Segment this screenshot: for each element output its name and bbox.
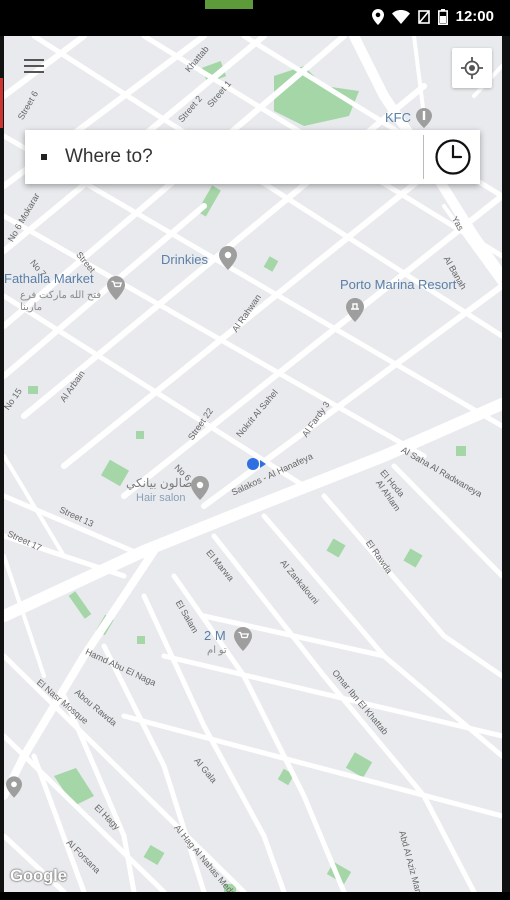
hotel-pin-icon[interactable]	[346, 298, 364, 322]
location-pin-icon[interactable]	[6, 776, 22, 798]
menu-button[interactable]	[18, 50, 50, 82]
menu-icon	[24, 59, 44, 73]
my-location-icon	[461, 57, 483, 79]
status-icons: 12:00	[371, 8, 494, 25]
restaurant-pin-icon[interactable]	[416, 108, 432, 128]
left-edge-marker	[0, 78, 3, 128]
status-accent-bar	[205, 0, 253, 9]
user-heading-arrow	[260, 460, 266, 468]
no-signal-icon	[417, 9, 430, 24]
my-location-button[interactable]	[452, 48, 492, 88]
location-pin-icon[interactable]	[191, 476, 209, 500]
poi-arabic-salon: صالون بيانكي	[126, 476, 193, 490]
search-bar[interactable]: Where to?	[25, 130, 480, 184]
google-attribution-logo: Google	[10, 866, 67, 885]
wifi-icon	[391, 9, 410, 24]
destination-marker-icon	[41, 154, 47, 160]
clock-icon	[435, 139, 471, 175]
location-pin-icon[interactable]	[219, 246, 237, 270]
poi-label-kfc[interactable]: KFC	[385, 110, 411, 125]
status-bar: 12:00	[0, 0, 510, 36]
poi-label-hair-salon[interactable]: Hair salon	[136, 492, 186, 504]
search-divider	[423, 135, 424, 179]
status-time: 12:00	[455, 8, 494, 25]
battery-icon	[437, 8, 448, 25]
shopping-cart-icon[interactable]	[234, 627, 252, 651]
right-edge	[502, 36, 510, 892]
poi-label-porto-marina[interactable]: Porto Marina Resort	[340, 277, 456, 292]
search-input[interactable]: Where to?	[65, 146, 423, 168]
poi-label-drinkies[interactable]: Drinkies	[161, 252, 208, 267]
schedule-button[interactable]	[432, 136, 474, 178]
map-view[interactable]: Khattab Street 2 Street 1 Street 6 No 6 …	[4, 36, 502, 892]
poi-arabic-fathalla: فتح الله ماركت فرع مارينا	[20, 290, 102, 313]
location-status-icon	[371, 8, 384, 25]
poi-label-2m[interactable]: 2 M	[204, 628, 226, 643]
user-location-dot	[247, 458, 259, 470]
poi-arabic-2m: تو ام	[207, 645, 227, 656]
poi-label-fathalla-market[interactable]: Fathalla Market	[4, 271, 94, 286]
shopping-cart-icon[interactable]	[107, 276, 125, 300]
